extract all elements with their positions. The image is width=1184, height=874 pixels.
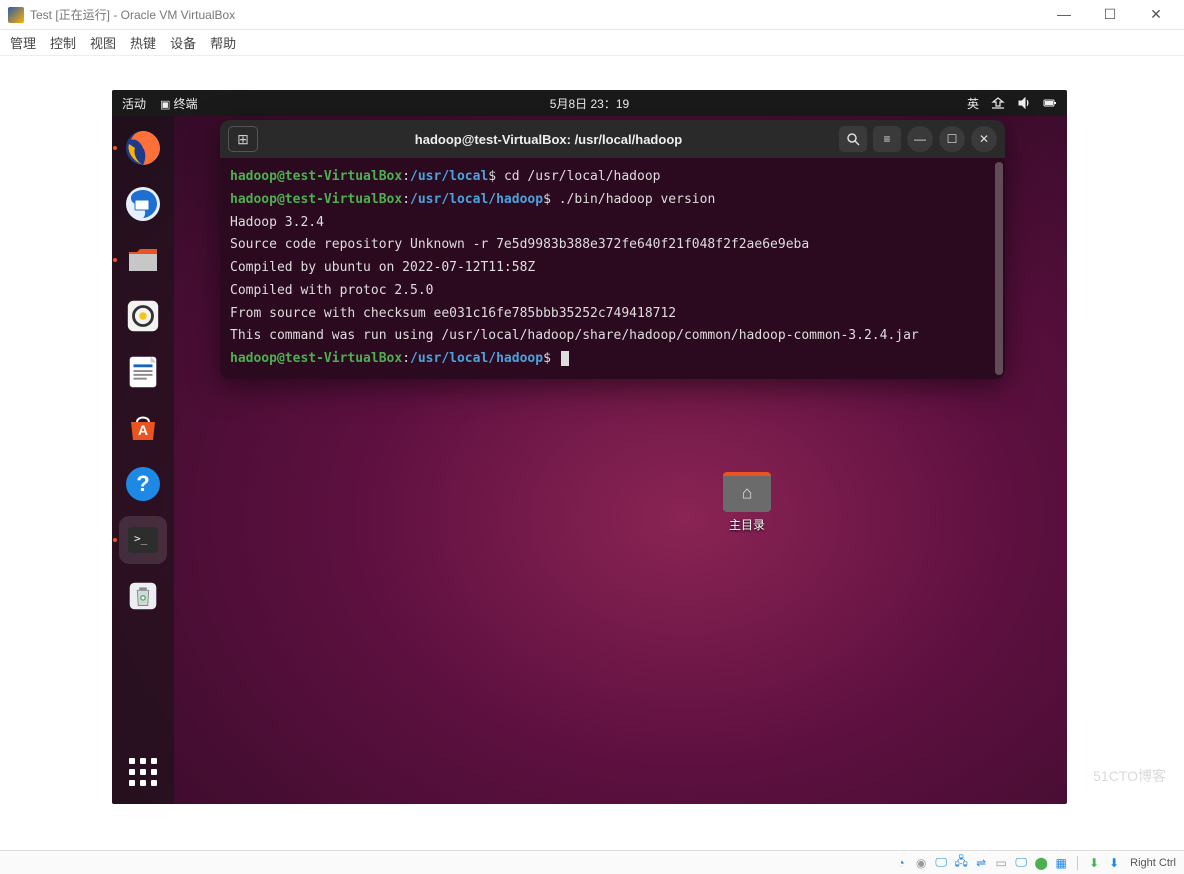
cpu-icon[interactable]: ▦ xyxy=(1053,855,1069,871)
network-icon[interactable] xyxy=(991,97,1005,109)
svg-text:?: ? xyxy=(136,471,149,496)
display-icon[interactable]: 🖵 xyxy=(1013,855,1029,871)
terminal-content[interactable]: hadoop@test-VirtualBox:/usr/local$ cd /u… xyxy=(220,158,1005,379)
network-status-icon[interactable]: 🖧 xyxy=(953,855,969,871)
dock-trash[interactable] xyxy=(119,572,167,620)
virtualbox-statusbar: ◔ ◉ 🖵 🖧 ⇌ ▭ 🖵 ⬤ ▦ ⬇ ⬇ Right Ctrl xyxy=(0,850,1184,874)
svg-text:A: A xyxy=(138,422,148,438)
terminal-minimize-button[interactable]: — xyxy=(907,126,933,152)
current-app-indicator[interactable]: ▣ 终端 xyxy=(160,95,197,112)
dock-terminal[interactable]: >_ xyxy=(119,516,167,564)
host-key-label: Right Ctrl xyxy=(1130,857,1176,869)
usb-icon[interactable]: ⇌ xyxy=(973,855,989,871)
show-applications-button[interactable] xyxy=(121,750,165,794)
svg-text:>_: >_ xyxy=(134,532,148,545)
menu-control[interactable]: 控制 xyxy=(50,33,76,52)
terminal-line: hadoop@test-VirtualBox:/usr/local/hadoop… xyxy=(230,189,995,212)
gnome-topbar: 活动 ▣ 终端 5月8日 23：19 英 xyxy=(112,90,1067,116)
terminal-line: Hadoop 3.2.4 xyxy=(230,212,995,235)
dock-rhythmbox[interactable] xyxy=(119,292,167,340)
close-button[interactable]: ✕ xyxy=(1142,6,1170,23)
terminal-window[interactable]: ⊞ hadoop@test-VirtualBox: /usr/local/had… xyxy=(220,120,1005,379)
dock-help[interactable]: ? xyxy=(119,460,167,508)
menu-view[interactable]: 视图 xyxy=(90,33,116,52)
menu-devices[interactable]: 设备 xyxy=(170,33,196,52)
ime-indicator[interactable]: 英 xyxy=(967,95,979,112)
terminal-line: Source code repository Unknown -r 7e5d99… xyxy=(230,234,995,257)
virtualbox-title: Test [正在运行] - Oracle VM VirtualBox xyxy=(30,6,1050,23)
optical-icon[interactable]: ◉ xyxy=(913,855,929,871)
audio-icon[interactable]: 🖵 xyxy=(933,855,949,871)
terminal-line: This command was run using /usr/local/ha… xyxy=(230,325,995,348)
dock-firefox[interactable] xyxy=(119,124,167,172)
terminal-scrollbar[interactable] xyxy=(995,162,1003,375)
maximize-button[interactable]: ☐ xyxy=(1096,6,1124,23)
home-folder-desktop-icon[interactable]: 主目录 xyxy=(717,472,777,533)
terminal-close-button[interactable]: ✕ xyxy=(971,126,997,152)
menu-input[interactable]: 热键 xyxy=(130,33,156,52)
terminal-titlebar[interactable]: ⊞ hadoop@test-VirtualBox: /usr/local/had… xyxy=(220,120,1005,158)
dock-files[interactable] xyxy=(119,236,167,284)
search-button[interactable] xyxy=(839,126,867,152)
volume-icon[interactable] xyxy=(1017,97,1031,109)
terminal-line: hadoop@test-VirtualBox:/usr/local/hadoop… xyxy=(230,348,995,371)
hdd-icon[interactable]: ◔ xyxy=(893,855,909,871)
divider xyxy=(1077,856,1078,870)
virtualbox-menubar: 管理 控制 视图 热键 设备 帮助 xyxy=(0,30,1184,56)
minimize-button[interactable]: — xyxy=(1050,6,1078,23)
dock-libreoffice-writer[interactable] xyxy=(119,348,167,396)
mouse-integration-icon[interactable]: ⬇ xyxy=(1086,855,1102,871)
ubuntu-desktop[interactable]: 活动 ▣ 终端 5月8日 23：19 英 A ? >_ xyxy=(112,90,1067,804)
folder-label: 主目录 xyxy=(717,516,777,533)
terminal-line: Compiled with protoc 2.5.0 xyxy=(230,280,995,303)
recording-icon[interactable]: ⬤ xyxy=(1033,855,1049,871)
keyboard-icon[interactable]: ⬇ xyxy=(1106,855,1122,871)
terminal-line: Compiled by ubuntu on 2022-07-12T11:58Z xyxy=(230,257,995,280)
clock[interactable]: 5月8日 23：19 xyxy=(550,95,629,112)
dock-thunderbird[interactable] xyxy=(119,180,167,228)
terminal-title: hadoop@test-VirtualBox: /usr/local/hadoo… xyxy=(266,132,831,147)
virtualbox-titlebar: Test [正在运行] - Oracle VM VirtualBox — ☐ ✕ xyxy=(0,0,1184,30)
terminal-maximize-button[interactable]: ☐ xyxy=(939,126,965,152)
dock-software-center[interactable]: A xyxy=(119,404,167,452)
terminal-line: hadoop@test-VirtualBox:/usr/local$ cd /u… xyxy=(230,166,995,189)
terminal-line: From source with checksum ee031c16fe785b… xyxy=(230,303,995,326)
activities-button[interactable]: 活动 xyxy=(122,95,146,112)
menu-help[interactable]: 帮助 xyxy=(210,33,236,52)
hamburger-menu-button[interactable]: ≡ xyxy=(873,126,901,152)
watermark: 51CTO博客 xyxy=(1093,766,1166,786)
ubuntu-dock: A ? >_ xyxy=(112,116,174,804)
shared-folder-icon[interactable]: ▭ xyxy=(993,855,1009,871)
window-controls: — ☐ ✕ xyxy=(1050,6,1176,23)
folder-icon xyxy=(723,472,771,512)
power-icon[interactable] xyxy=(1043,97,1057,109)
guest-display: 活动 ▣ 终端 5月8日 23：19 英 A ? >_ xyxy=(0,56,1184,814)
new-tab-button[interactable]: ⊞ xyxy=(228,126,258,152)
virtualbox-icon xyxy=(8,7,24,23)
menu-manage[interactable]: 管理 xyxy=(10,33,36,52)
